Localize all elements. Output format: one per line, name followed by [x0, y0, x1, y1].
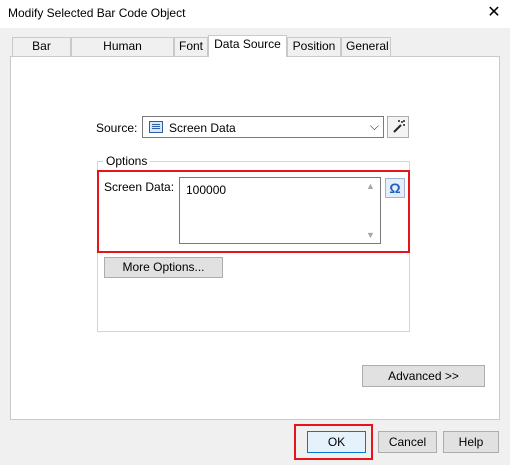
- more-options-button[interactable]: More Options...: [104, 257, 223, 278]
- cancel-button[interactable]: Cancel: [378, 431, 437, 453]
- tab-general[interactable]: General: [341, 37, 391, 56]
- data-wizard-button[interactable]: [387, 116, 409, 138]
- source-label: Source:: [96, 121, 138, 135]
- source-select[interactable]: Screen Data ⌵: [142, 116, 384, 138]
- window-title: Modify Selected Bar Code Object: [8, 6, 186, 20]
- scroll-up-icon[interactable]: ▲: [366, 181, 375, 191]
- chevron-down-icon: ⌵: [369, 119, 379, 133]
- tab-data-source[interactable]: Data Source: [208, 35, 287, 57]
- source-value: Screen Data: [169, 121, 236, 135]
- screen-data-input[interactable]: 100000 ▲ ▼: [179, 177, 381, 244]
- textarea-scrollbar[interactable]: ▲ ▼: [363, 178, 380, 243]
- help-button[interactable]: Help: [443, 431, 499, 453]
- tab-position[interactable]: Position: [287, 37, 341, 56]
- ok-button[interactable]: OK: [307, 431, 366, 453]
- screen-data-icon: [149, 121, 163, 133]
- options-legend: Options: [103, 154, 151, 168]
- magic-wand-icon: [393, 120, 405, 133]
- omega-icon[interactable]: Ω: [385, 178, 405, 198]
- tab-bar-code[interactable]: Bar Code: [12, 37, 71, 70]
- scroll-down-icon[interactable]: ▼: [366, 230, 375, 240]
- tab-font[interactable]: Font: [174, 37, 208, 56]
- screen-data-label: Screen Data:: [104, 180, 175, 194]
- close-icon[interactable]: ✕: [482, 2, 506, 24]
- tab-human-readable[interactable]: Human Readable: [71, 37, 174, 70]
- advanced-button[interactable]: Advanced >>: [362, 365, 485, 387]
- screen-data-value: 100000: [186, 183, 227, 197]
